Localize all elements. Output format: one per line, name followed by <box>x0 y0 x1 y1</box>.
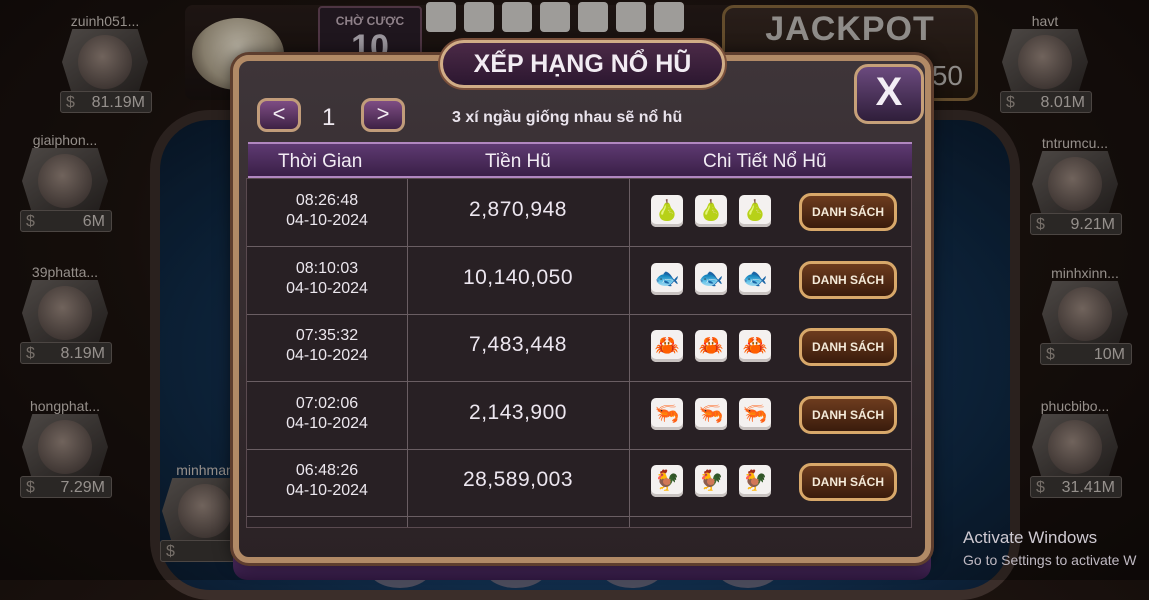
list-button[interactable]: DANH SÁCH <box>799 193 897 231</box>
col-amount: Tiền Hũ <box>485 151 551 172</box>
shrimp-die-icon: 🦐 <box>739 397 771 430</box>
crab-die-icon: 🦀 <box>739 330 771 362</box>
fish-die-icon: 🐟 <box>739 262 771 295</box>
fish-die-icon: 🐟 <box>695 262 727 295</box>
row-amount: 28,589,003 <box>462 468 574 491</box>
table-header: Thời Gian Tiền Hũ Chi Tiết Nổ Hũ <box>248 142 912 178</box>
row-date: 04-10-2024 <box>286 414 368 432</box>
row-datetime: 06:48:26 04-10-2024 <box>247 461 407 501</box>
row-time: 07:35:32 <box>295 327 359 344</box>
row-date: 04-10-2024 <box>286 279 368 297</box>
row-time: 06:48:26 <box>295 462 359 479</box>
list-button[interactable]: DANH SÁCH <box>799 395 897 434</box>
table-row: 08:26:48 04-10-2024 2,870,948 🍐 🍐 🍐 DANH SÁCH <box>247 179 911 247</box>
prev-page-button[interactable]: < <box>257 98 301 132</box>
dialog-title: XẾP HẠNG NỔ HŨ <box>440 40 725 88</box>
row-datetime: 08:10:03 04-10-2024 <box>247 259 407 299</box>
table-row: 06:48:26 04-10-2024 28,589,003 🐓 🐓 🐓 DANH SÁCH <box>247 449 911 517</box>
jackpot-table: 08:26:48 04-10-2024 2,870,948 🍐 🍐 🍐 DANH SÁCH 0… <box>246 178 912 528</box>
crab-die-icon: 🦀 <box>695 330 727 362</box>
rooster-die-icon: 🐓 <box>695 465 727 497</box>
row-datetime: 07:02:06 04-10-2024 <box>247 394 407 434</box>
rooster-die-icon: 🐓 <box>739 465 771 497</box>
row-datetime: 08:26:48 04-10-2024 <box>247 191 407 231</box>
jackpot-rule-text: 3 xí ngầu giống nhau sẽ nổ hũ <box>452 109 683 126</box>
row-date: 04-10-2024 <box>286 347 368 364</box>
next-page-button[interactable]: > <box>361 98 405 132</box>
row-time: 08:10:03 <box>295 259 359 277</box>
shrimp-die-icon: 🦐 <box>695 397 727 430</box>
col-time: Thời Gian <box>278 151 363 172</box>
row-amount: 2,870,948 <box>469 198 567 221</box>
row-amount: 10,140,050 <box>462 265 574 289</box>
rooster-die-icon: 🐓 <box>651 465 683 497</box>
shrimp-die-icon: 🦐 <box>651 397 683 430</box>
table-row: 07:35:32 04-10-2024 7,483,448 🦀 🦀 🦀 DANH SÁCH <box>247 314 911 382</box>
close-button[interactable]: X <box>854 64 924 124</box>
row-date: 04-10-2024 <box>286 212 368 229</box>
list-button[interactable]: DANH SÁCH <box>799 260 897 299</box>
fish-die-icon: 🐟 <box>651 262 683 295</box>
row-time: 08:26:48 <box>295 192 359 209</box>
gourd-die-icon: 🍐 <box>739 195 771 227</box>
col-detail: Chi Tiết Nổ Hũ <box>703 151 827 172</box>
table-row: 07:02:06 04-10-2024 2,143,900 🦐 🦐 🦐 DANH SÁCH <box>247 382 911 450</box>
list-button[interactable]: DANH SÁCH <box>799 463 897 501</box>
page-number: 1 <box>322 104 336 131</box>
activate-windows-title: Activate Windows <box>963 528 1098 547</box>
list-button[interactable]: DANH SÁCH <box>799 328 897 366</box>
row-amount: 7,483,448 <box>469 333 567 356</box>
row-date: 04-10-2024 <box>286 482 368 499</box>
gourd-die-icon: 🍐 <box>651 195 683 227</box>
crab-die-icon: 🦀 <box>651 330 683 362</box>
activate-windows-subtitle: Go to Settings to activate W <box>963 552 1137 568</box>
row-datetime: 07:35:32 04-10-2024 <box>247 326 407 366</box>
gourd-die-icon: 🍐 <box>695 195 727 227</box>
row-amount: 2,143,900 <box>469 400 567 424</box>
row-time: 07:02:06 <box>295 394 359 412</box>
table-row: 08:10:03 04-10-2024 10,140,050 🐟 🐟 🐟 DANH SÁCH <box>247 247 911 315</box>
